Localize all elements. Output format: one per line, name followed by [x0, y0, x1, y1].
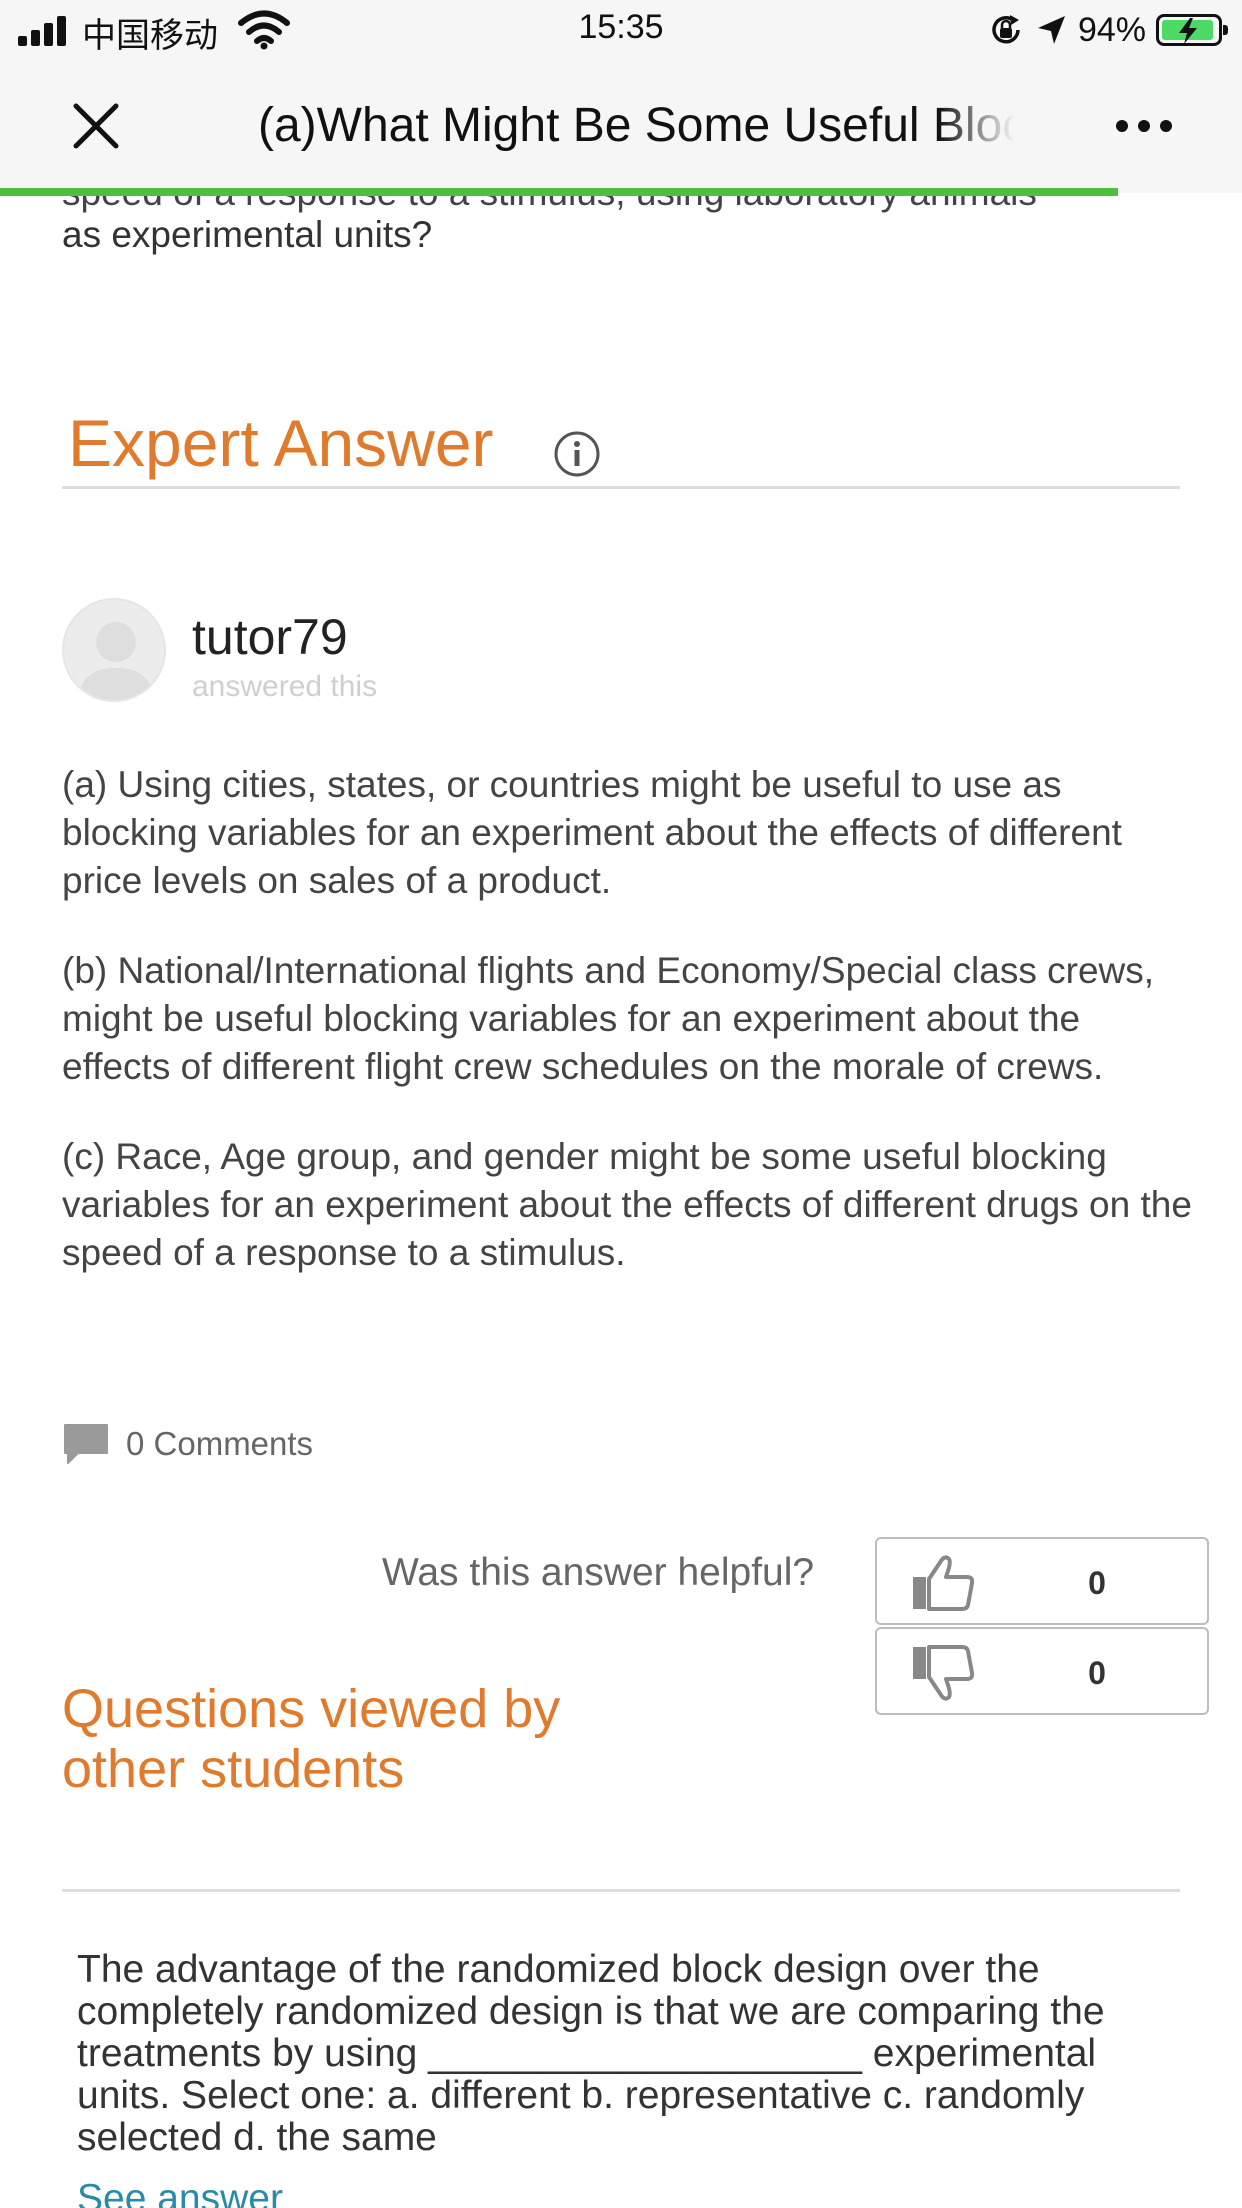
info-icon[interactable]: [552, 429, 602, 479]
divider: [62, 486, 1180, 489]
expert-answer-heading: Expert Answer: [68, 406, 494, 480]
thumbs-down-icon: [913, 1645, 975, 1701]
battery-icon: [1156, 14, 1228, 46]
helpful-question: Was this answer helpful?: [382, 1551, 815, 1594]
avatar: [62, 598, 166, 702]
comment-icon: [64, 1424, 108, 1464]
answer-paragraph-a: (a) Using cities, states, or countries m…: [62, 764, 1122, 901]
divider: [62, 1889, 1180, 1892]
question-text: speed of a response to a stimulus, using…: [62, 172, 1182, 259]
comments-link[interactable]: 0 Comments: [62, 1421, 313, 1467]
thumbs-down-button[interactable]: 0: [875, 1627, 1209, 1715]
answer-paragraph-b: (b) National/International flights and E…: [62, 950, 1155, 1087]
nav-bar: (a)What Might Be Some Useful Blocking Va…: [0, 60, 1242, 193]
thumbs-up-icon: [913, 1555, 975, 1611]
related-question-text[interactable]: The advantage of the randomized block de…: [77, 1949, 1177, 2159]
see-answer-link[interactable]: See answer: [77, 2177, 283, 2208]
top-bar: 中国移动 15:35 94% (a)What Might Be Some Use…: [0, 0, 1242, 196]
comments-count: 0 Comments: [126, 1425, 314, 1462]
page-content: speed of a response to a stimulus, using…: [0, 172, 1242, 2208]
question-tail-line: as experimental units?: [62, 214, 433, 255]
orientation-lock-icon: [992, 15, 1020, 44]
more-icon[interactable]: [1116, 114, 1176, 138]
answer-body: (a) Using cities, states, or countries m…: [62, 761, 1192, 1319]
location-arrow-icon: [1037, 16, 1065, 44]
page-load-progress: [0, 188, 1242, 196]
status-right-group: 94%: [988, 8, 1228, 52]
thumbs-up-button[interactable]: 0: [875, 1537, 1209, 1625]
related-questions-heading: Questions viewed by other students: [62, 1679, 561, 1799]
thumbs-down-count: 0: [1088, 1655, 1106, 1691]
nav-title: (a)What Might Be Some Useful Blocking Va…: [258, 99, 1014, 152]
answer-paragraph-c: (c) Race, Age group, and gender might be…: [62, 1136, 1192, 1273]
answered-label: answered this: [192, 670, 378, 703]
status-bar: 中国移动 15:35 94%: [0, 0, 1242, 60]
tutor-name[interactable]: tutor79: [192, 608, 348, 666]
close-icon[interactable]: [66, 96, 126, 156]
thumbs-up-count: 0: [1088, 1565, 1106, 1601]
battery-percent: 94%: [1077, 10, 1146, 49]
